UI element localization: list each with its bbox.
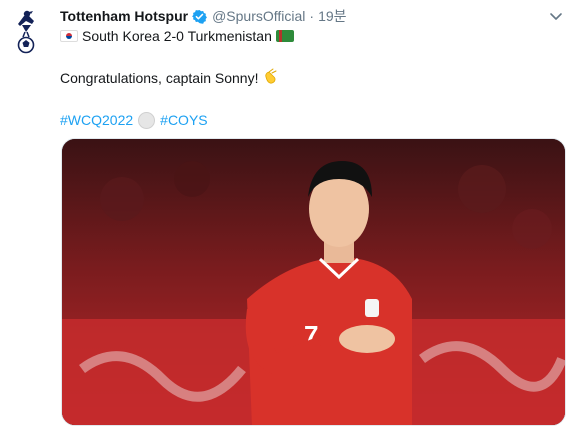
separator: · (309, 8, 315, 24)
hashtag-line: #WCQ2022 #COYS (60, 111, 566, 129)
photo-player-image: 7 (62, 139, 565, 425)
tweet-photo[interactable]: 7 (61, 138, 566, 426)
football-emoji-icon (138, 111, 156, 129)
chevron-down-icon[interactable] (548, 8, 564, 24)
tottenham-crest-icon (17, 10, 35, 54)
tweet-body: Tottenham Hotspur @SpursOfficial · 19분 S… (60, 6, 566, 129)
clapping-hands-icon (262, 67, 280, 89)
handle[interactable]: @SpursOfficial (212, 8, 305, 24)
turkmenistan-flag-icon (275, 30, 294, 42)
south-korea-flag-icon (60, 30, 78, 42)
message-text: Congratulations, captain Sonny! (60, 70, 259, 86)
avatar[interactable] (10, 8, 42, 54)
score-text: South Korea 2-0 Turkmenistan (82, 28, 272, 44)
hashtag-coys[interactable]: #COYS (160, 111, 207, 129)
timestamp[interactable]: 19분 (318, 6, 346, 26)
hashtag-wcq2022[interactable]: #WCQ2022 (60, 111, 133, 129)
verified-badge-icon (192, 9, 208, 24)
tweet-header: Tottenham Hotspur @SpursOfficial · 19분 (60, 6, 566, 26)
display-name[interactable]: Tottenham Hotspur (60, 8, 188, 24)
score-line: South Korea 2-0 Turkmenistan (60, 27, 566, 45)
message-line: Congratulations, captain Sonny! (60, 67, 566, 89)
